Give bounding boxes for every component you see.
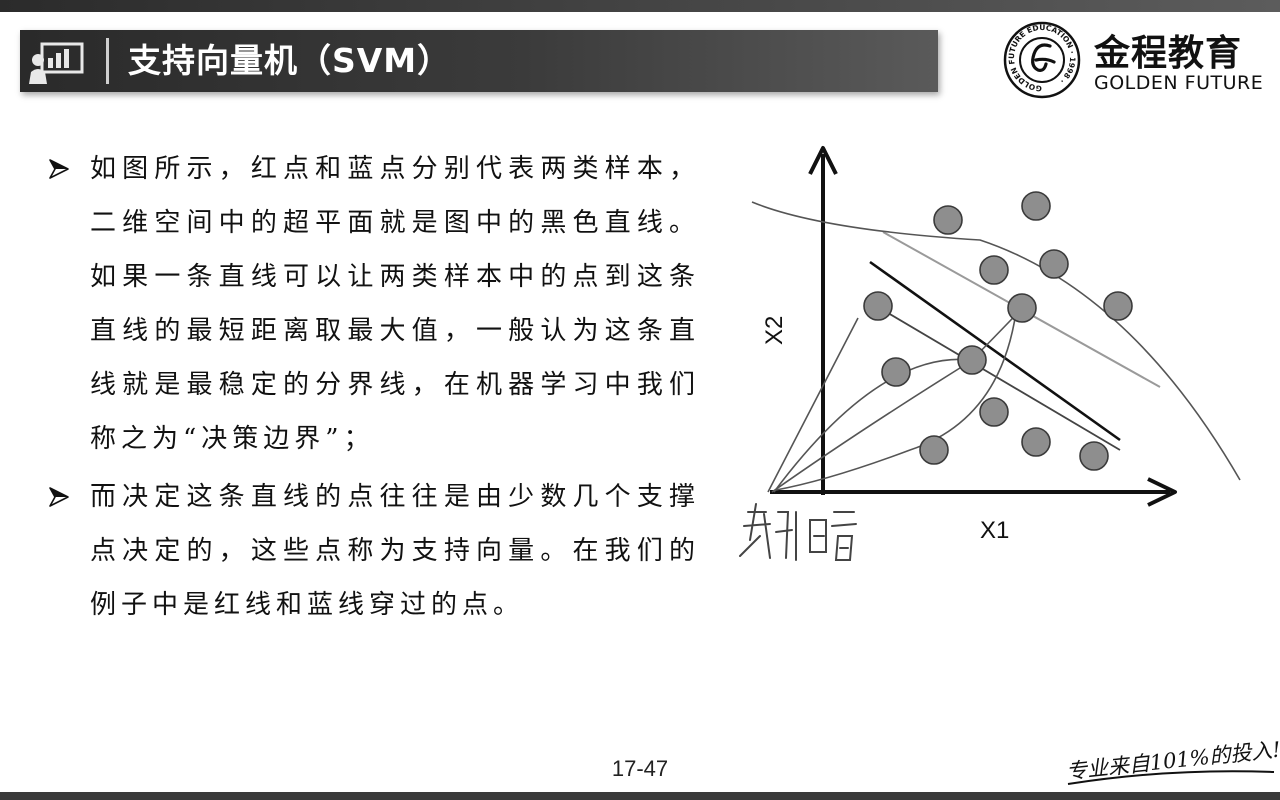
handwritten-note: 对偶	[790, 566, 792, 569]
sample-point	[933, 205, 963, 235]
sample-point	[1103, 291, 1133, 321]
bullet-list: 如图所示，红点和蓝点分别代表两类样本，二维空间中的超平面就是图中的黑色直线。如果…	[40, 142, 700, 632]
sample-point	[881, 357, 911, 387]
svm-diagram: X2 X1 对偶	[739, 146, 1241, 569]
sample-point	[979, 397, 1009, 427]
sample-point	[1039, 249, 1069, 279]
sample-point	[957, 345, 987, 375]
sample-point	[1079, 441, 1109, 471]
bullet-item: 如图所示，红点和蓝点分别代表两类样本，二维空间中的超平面就是图中的黑色直线。如果…	[40, 142, 700, 466]
bullet-item: 而决定这条直线的点往往是由少数几个支撑点决定的，这些点称为支持向量。在我们的例子…	[40, 470, 700, 632]
bullet-text: 而决定这条直线的点往往是由少数几个支撑点决定的，这些点称为支持向量。在我们的例子…	[90, 482, 700, 620]
bullet-text: 如图所示，红点和蓝点分别代表两类样本，二维空间中的超平面就是图中的黑色直线。如果…	[90, 154, 700, 454]
title-bar: 支持向量机（SVM）	[20, 30, 938, 92]
handwritten-slogan: 专业来自101%的投入!	[1065, 737, 1280, 785]
top-decor-strip	[0, 0, 1280, 12]
arrow-bullet-icon	[49, 487, 69, 507]
y-axis-label: X2	[761, 316, 788, 345]
sample-point	[1021, 191, 1051, 221]
page-number: 17-47	[611, 756, 669, 781]
slogan-text: 专业来自101%的投入!	[1065, 737, 1280, 783]
logo-chinese-name: 金程教育	[1094, 33, 1243, 74]
x-axis-label: X1	[980, 517, 1009, 544]
sample-point	[1021, 427, 1051, 457]
sample-point	[979, 255, 1009, 285]
handwritten-loop	[775, 297, 1032, 491]
handwritten-curve	[751, 201, 1241, 481]
handwritten-note-scribble	[739, 503, 857, 561]
sample-point	[863, 291, 893, 321]
bottom-decor-strip	[0, 792, 1280, 800]
title-separator	[106, 38, 109, 84]
golden-future-logo: GOLDEN FUTURE EDUCATION · 1998 · 金程教育 GO…	[1000, 20, 1270, 100]
sample-point	[919, 435, 949, 465]
logo-english-name: GOLDEN FUTURE	[1094, 72, 1264, 94]
slide-title: 支持向量机（SVM）	[128, 41, 452, 80]
arrow-bullet-icon	[49, 159, 69, 179]
sample-point	[1007, 293, 1037, 323]
presentation-icon	[29, 42, 84, 84]
logo-emblem-icon: GOLDEN FUTURE EDUCATION · 1998 ·	[1003, 21, 1081, 99]
